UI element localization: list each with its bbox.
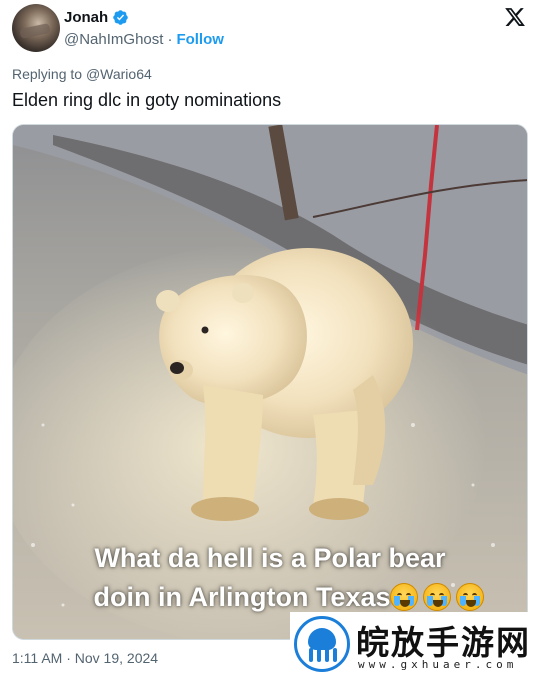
- tweet-media-image[interactable]: What da hell is a Polar bear doin in Arl…: [12, 124, 528, 640]
- tweet-text: Elden ring dlc in goty nominations: [12, 90, 282, 110]
- separator-dot: ·: [167, 31, 173, 48]
- replying-to: Replying to @Wario64: [12, 66, 152, 82]
- site-watermark: 皖放手游网 www.gxhuaer.com: [290, 612, 540, 676]
- verified-badge-icon: [113, 10, 128, 25]
- meme-caption-line-1: What da hell is a Polar bear: [94, 543, 446, 573]
- author-handle[interactable]: @NahImGhost: [64, 31, 163, 48]
- crying-face-icon: [390, 583, 418, 611]
- crying-emoji-group: [390, 583, 484, 611]
- replying-to-prefix: Replying to: [12, 66, 83, 82]
- watermark-title: 皖放手游网: [356, 623, 531, 662]
- author-handle-row: @NahImGhost · Follow: [64, 31, 224, 48]
- follow-button[interactable]: Follow: [176, 31, 224, 48]
- author-display-name[interactable]: Jonah: [64, 9, 108, 26]
- author-name-row[interactable]: Jonah: [64, 9, 129, 26]
- octopus-logo-icon: [294, 616, 350, 672]
- crying-face-icon: [423, 583, 451, 611]
- x-logo-icon[interactable]: [504, 6, 526, 28]
- crying-face-icon: [456, 583, 484, 611]
- watermark-url: www.gxhuaer.com: [358, 658, 518, 671]
- tweet-timestamp[interactable]: 1:11 AM · Nov 19, 2024: [12, 650, 158, 666]
- reply-to-handle[interactable]: @Wario64: [86, 66, 152, 82]
- author-avatar[interactable]: [12, 4, 60, 52]
